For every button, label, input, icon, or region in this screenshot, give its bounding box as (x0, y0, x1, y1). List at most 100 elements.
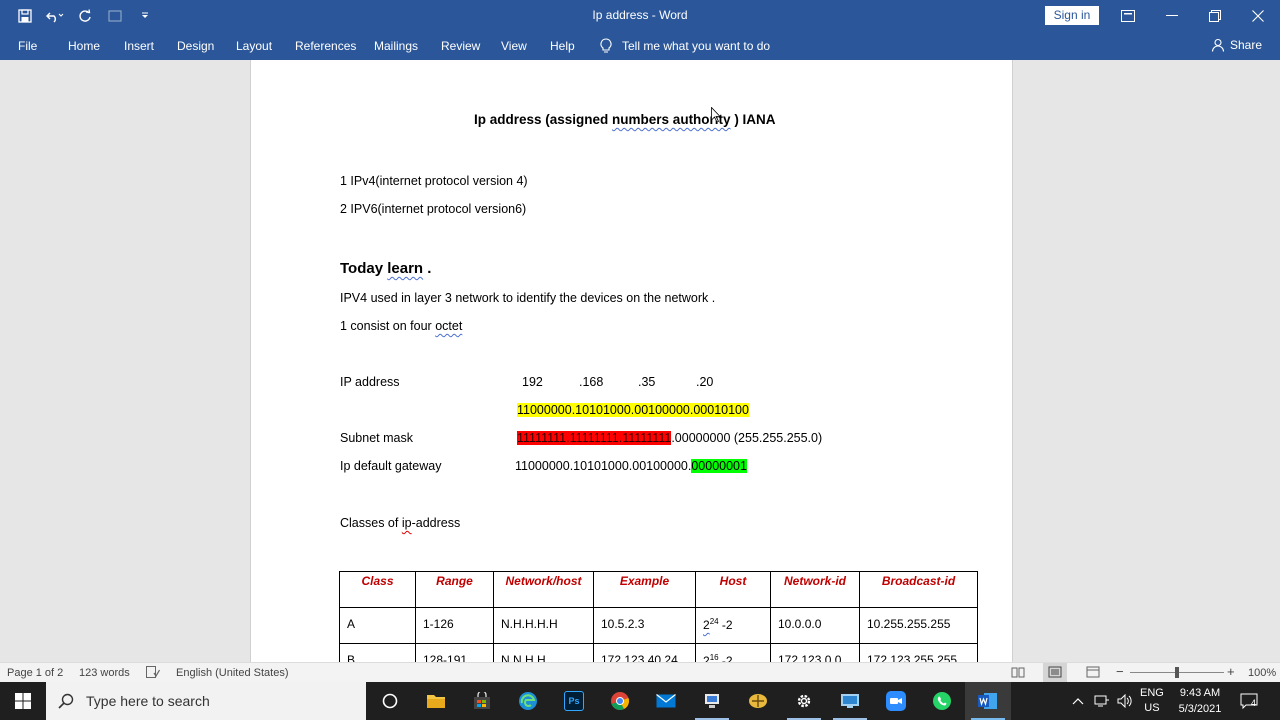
read-mode-icon[interactable] (1011, 666, 1025, 681)
undo-icon[interactable] (40, 0, 70, 31)
print-layout-icon[interactable] (1043, 663, 1067, 682)
list-item: 2 IPV6(internet protocol version6) (340, 202, 527, 216)
mail-icon[interactable] (643, 682, 689, 720)
table-header: Host (695, 571, 771, 608)
cortana-icon[interactable] (367, 682, 413, 720)
tab-help[interactable]: Help (550, 39, 575, 53)
cisco-app-icon[interactable] (735, 682, 781, 720)
restore-icon[interactable] (1192, 0, 1238, 31)
search-icon (58, 693, 74, 709)
ribbon-display-options-icon[interactable] (1105, 0, 1151, 31)
list-item: 1 IPv4(internet protocol version 4) (340, 174, 528, 188)
customize-toolbar-icon[interactable] (130, 0, 160, 31)
clock[interactable]: 9:43 AM 5/3/2021 (1170, 685, 1230, 717)
photoshop-icon[interactable]: Ps (551, 682, 597, 720)
settings-icon[interactable] (781, 682, 827, 720)
ip-classes-table: Class Range Network/host Example Host Ne… (339, 571, 978, 662)
edge-icon[interactable] (505, 682, 551, 720)
tab-home[interactable]: Home (68, 39, 100, 53)
binary-ip: 11000000.10101000.00100000.00010100 (517, 403, 749, 417)
table-header: Range (415, 571, 494, 608)
table-cell: 10.0.0.0 (770, 607, 860, 644)
input-language[interactable]: ENG US (1140, 682, 1164, 720)
octet-value: .168 (579, 375, 604, 389)
tab-design[interactable]: Design (177, 39, 214, 53)
windows-start-icon[interactable] (0, 682, 46, 720)
tab-view[interactable]: View (501, 39, 527, 53)
document-area: Ip address (assigned numbers authority )… (0, 60, 1280, 662)
gateway-label: Ip default gateway (340, 459, 442, 473)
network-app-icon[interactable] (689, 682, 735, 720)
share-button[interactable]: Share (1211, 38, 1262, 52)
zoom-slider[interactable] (1130, 667, 1224, 678)
table-cell: 10.255.255.255 (859, 607, 978, 644)
word-count[interactable]: 123 words (79, 667, 130, 679)
paragraph: Classes of ip-address (340, 516, 461, 530)
page-count[interactable]: Page 1 of 2 (7, 667, 63, 679)
file-explorer-icon[interactable] (413, 682, 459, 720)
paragraph: IPV4 used in layer 3 network to identify… (340, 291, 716, 305)
sign-in-button[interactable]: Sign in (1045, 6, 1099, 25)
tell-me-text: Tell me what you want to do (622, 39, 771, 53)
table-cell: 172.123.40.24 (593, 643, 696, 662)
subnet-mask-binary: 11111111.11111111.11111111.00000000 (255… (517, 431, 823, 445)
redo-icon[interactable] (70, 0, 100, 31)
table-header: Example (593, 571, 696, 608)
table-header-row: Class Range Network/host Example Host Ne… (339, 571, 978, 608)
minimize-icon[interactable] (1149, 0, 1195, 31)
close-icon[interactable] (1235, 0, 1280, 31)
quick-access-toolbar (10, 0, 160, 31)
tab-references[interactable]: References (295, 39, 356, 53)
table-cell: 216 -2 (695, 643, 771, 662)
table-cell: 128-191 (415, 643, 494, 662)
touch-mode-icon[interactable] (100, 0, 130, 31)
tab-file[interactable]: File (18, 39, 37, 53)
title-bar: Ip address - Word Sign in (0, 0, 1280, 31)
octet-value: .35 (638, 375, 656, 389)
web-layout-icon[interactable] (1086, 666, 1100, 681)
document-page[interactable]: Ip address (assigned numbers authority )… (250, 60, 1013, 662)
whatsapp-icon[interactable] (919, 682, 965, 720)
document-heading: Ip address (assigned numbers authority )… (474, 112, 776, 127)
proofing-icon[interactable] (146, 666, 161, 681)
taskbar: Type here to search Ps ENG US 9:43 AM 5/… (0, 682, 1280, 720)
table-header: Network/host (493, 571, 594, 608)
notifications-icon[interactable]: 4 (1240, 682, 1258, 720)
chrome-icon[interactable] (597, 682, 643, 720)
save-icon[interactable] (10, 0, 40, 31)
tab-review[interactable]: Review (441, 39, 480, 53)
table-cell: 172.123.255.255 (859, 643, 978, 662)
show-hidden-icons[interactable] (1072, 682, 1084, 720)
lightbulb-icon (600, 38, 612, 53)
zoom-out-icon[interactable]: − (1116, 664, 1124, 679)
volume-icon[interactable] (1117, 682, 1133, 720)
language-status[interactable]: English (United States) (176, 667, 289, 679)
zoom-app-icon[interactable] (873, 682, 919, 720)
word-app-icon[interactable] (965, 682, 1011, 720)
tab-layout[interactable]: Layout (236, 39, 272, 53)
table-header: Class (339, 571, 416, 608)
table-cell: 224 -2 (695, 607, 771, 644)
ribbon-tabs: File Home Insert Design Layout Reference… (0, 31, 1280, 60)
search-placeholder: Type here to search (86, 693, 210, 709)
table-cell: 172.123.0.0 (770, 643, 860, 662)
table-cell: N.H.H.H.H (493, 607, 594, 644)
notification-count: 4 (1251, 698, 1257, 708)
tell-me-box[interactable]: Tell me what you want to do (600, 38, 770, 54)
table-cell: B (339, 643, 416, 662)
table-cell: 1-126 (415, 607, 494, 644)
table-cell: N.N.H.H (493, 643, 594, 662)
section-heading: Today learn . (340, 260, 432, 277)
zoom-level[interactable]: 100% (1248, 667, 1276, 679)
network-icon[interactable] (1094, 682, 1110, 720)
table-cell: 10.5.2.3 (593, 607, 696, 644)
zoom-slider-thumb[interactable] (1175, 667, 1179, 678)
tab-mailings[interactable]: Mailings (374, 39, 418, 53)
zoom-in-icon[interactable]: + (1227, 664, 1235, 679)
gateway-binary: 11000000.10101000.00100000.00000001 (515, 459, 747, 473)
remote-desktop-icon[interactable] (827, 682, 873, 720)
tab-insert[interactable]: Insert (124, 39, 154, 53)
taskbar-search[interactable]: Type here to search (46, 682, 366, 720)
store-icon[interactable] (459, 682, 505, 720)
table-row: A 1-126 N.H.H.H.H 10.5.2.3 224 -2 10.0.0… (339, 607, 978, 644)
